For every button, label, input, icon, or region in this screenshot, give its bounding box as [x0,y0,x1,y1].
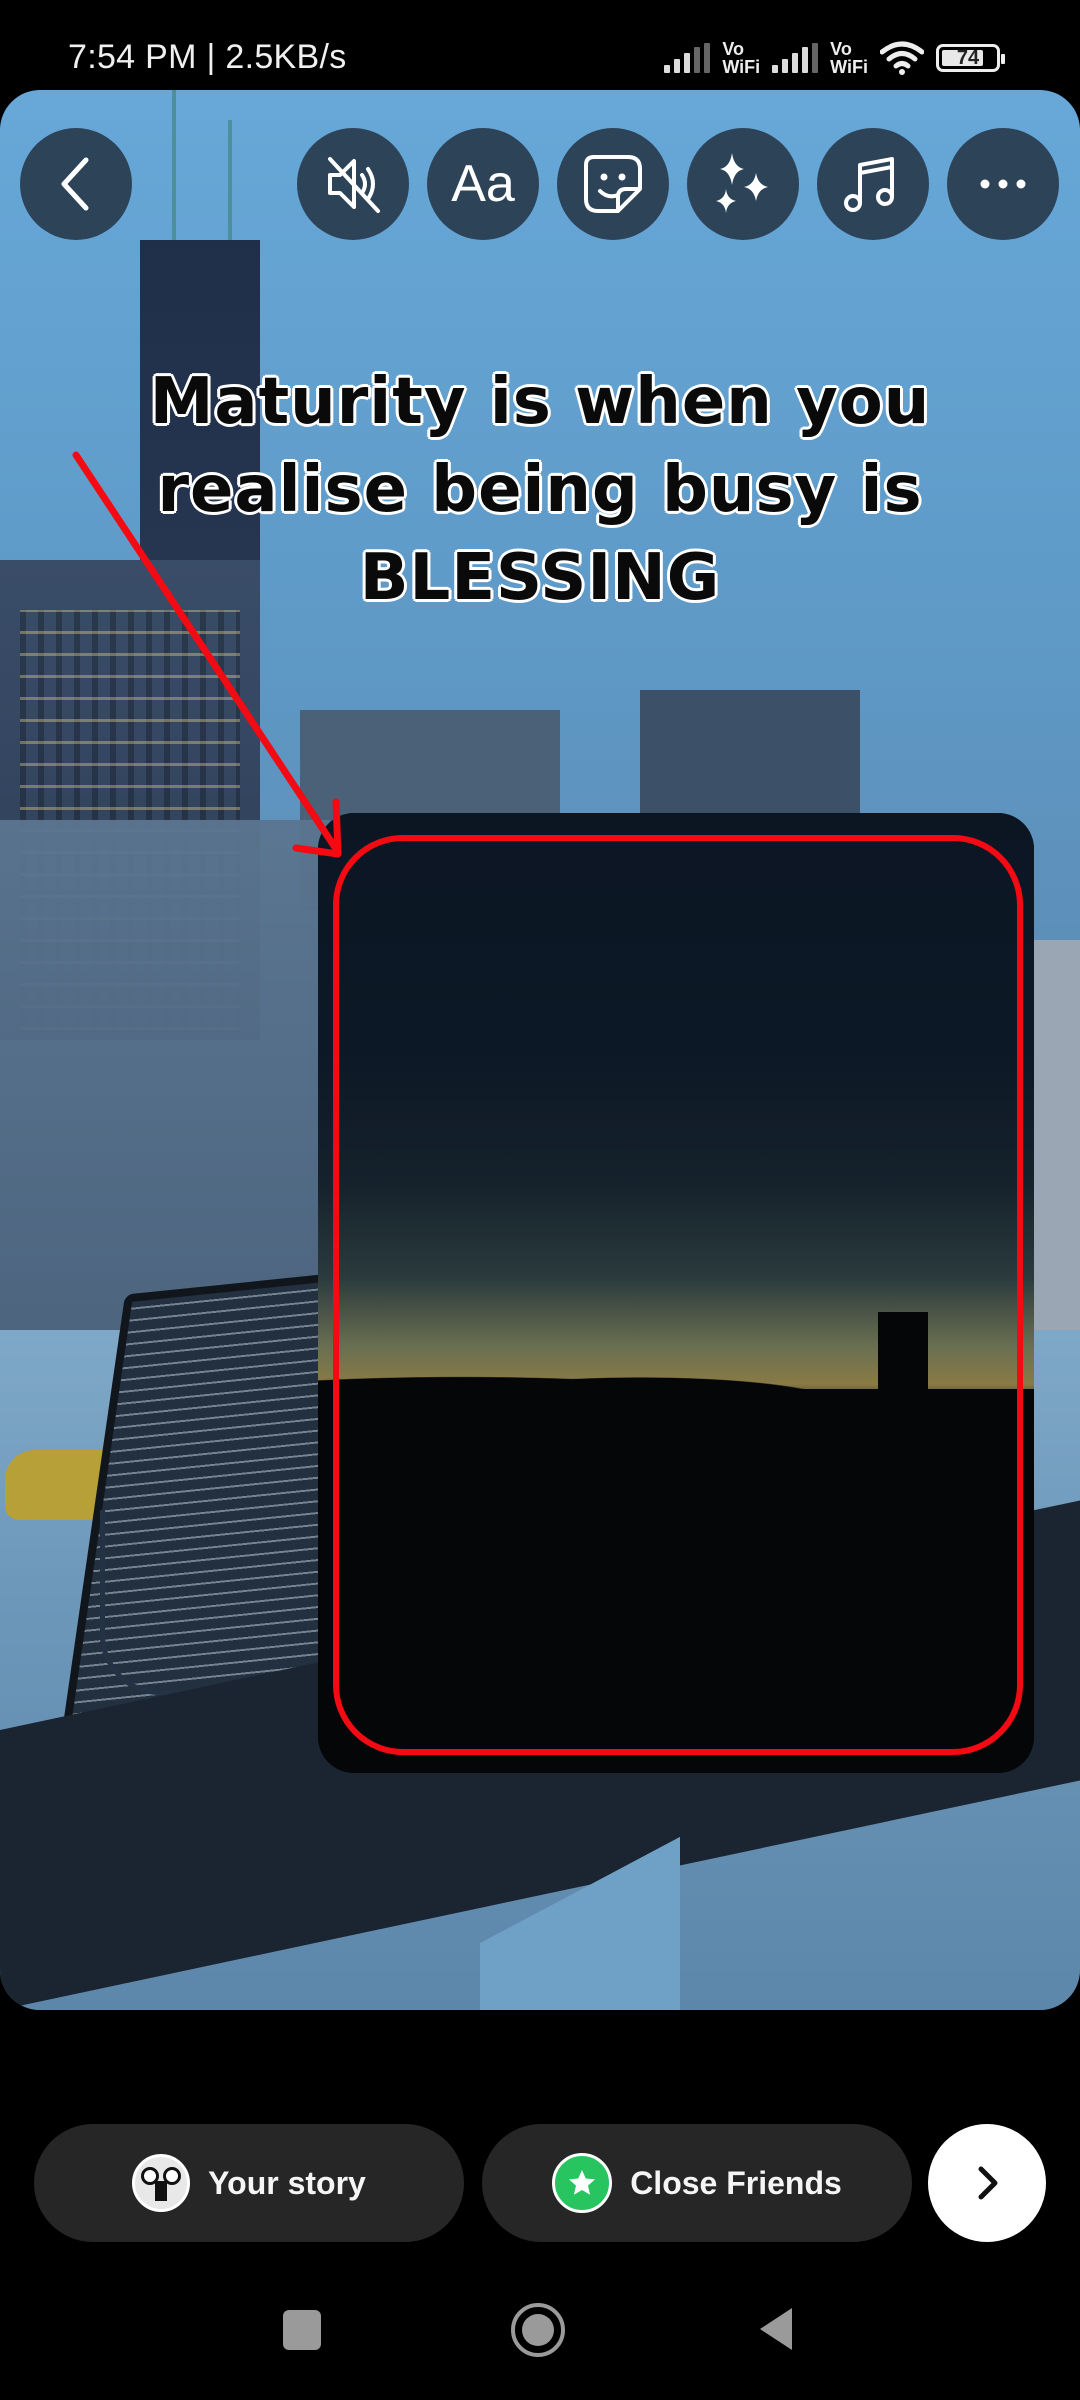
your-story-button[interactable]: Your story [34,2124,464,2242]
background-antenna [228,120,232,260]
system-nav-bar [0,2270,1080,2400]
vowifi-bottom: WiFi [722,57,761,77]
battery-level: 74 [956,46,980,69]
quote-line: realise being busy is [157,453,923,527]
recents-button[interactable] [282,2310,322,2350]
music-note-icon [844,157,894,212]
quote-line: Maturity is when you [149,365,931,439]
close-friends-label: Close Friends [630,2164,842,2201]
close-friends-button[interactable]: Close Friends [482,2124,912,2242]
text-icon: Aa [451,155,515,213]
background-cable [100,1510,225,1695]
status-time: 7:54 PM | 2.5KB/s [68,38,347,77]
text-button[interactable]: Aa [427,128,539,240]
background-antenna [172,90,176,250]
recents-icon [283,2310,321,2350]
next-button[interactable] [928,2124,1046,2242]
network-speed: 2.5KB/s [225,38,347,76]
status-bar: 7:54 PM | 2.5KB/s Vo WiFi Vo WiFi 74 [0,0,1080,90]
home-button[interactable] [510,2302,566,2358]
status-icons: Vo WiFi Vo WiFi 74 [664,36,1005,80]
wifi-icon [880,41,924,75]
more-horizontal-icon [980,179,1026,189]
chevron-right-icon [978,2166,998,2200]
status-separator: | [206,38,216,76]
effects-button[interactable] [687,128,799,240]
quote-line: BLESSING [359,541,721,615]
vowifi-bottom: WiFi [830,57,868,77]
photo-ground [318,1389,1034,1773]
photo-sticker[interactable] [318,813,1034,1773]
signal-icon [664,43,711,73]
clock: 7:54 PM [68,38,197,76]
sticker-icon [584,155,642,213]
home-icon [511,2303,565,2357]
back-triangle-icon [760,2308,792,2350]
story-canvas[interactable]: Aa Maturity is when you realise being bu… [0,90,1080,2010]
sparkles-icon [716,153,768,213]
music-button[interactable] [817,128,929,240]
more-button[interactable] [947,128,1059,240]
sticker-button[interactable] [557,128,669,240]
speaker-muted-icon [328,157,380,213]
vowifi-top: Vo [830,39,852,59]
back-button[interactable] [20,128,132,240]
back-nav-button[interactable] [756,2304,796,2354]
chevron-left-icon [61,157,89,211]
battery-icon: 74 [936,44,1005,72]
signal-icon [772,43,819,73]
vowifi-label: Vo WiFi [722,40,760,76]
vowifi-top: Vo [722,39,745,59]
your-story-label: Your story [208,2164,366,2201]
quote-text-sticker[interactable]: Maturity is when you realise being busy … [60,358,1020,622]
avatar [132,2154,191,2212]
mute-button[interactable] [297,128,409,240]
star-icon [552,2153,613,2213]
vowifi-label: Vo WiFi [830,40,868,76]
